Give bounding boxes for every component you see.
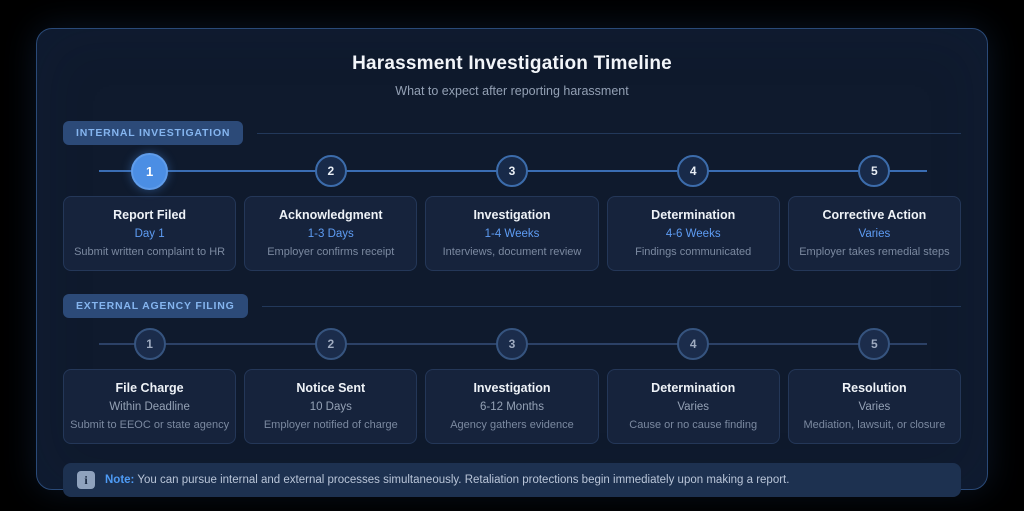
card-duration: 6-12 Months [480, 401, 544, 413]
section-external-agency-filing: EXTERNAL AGENCY FILING 1 2 3 4 5 File Ch… [63, 294, 961, 444]
step-circle-5: 5 [858, 328, 891, 360]
note-text: Note: You can pursue internal and extern… [105, 474, 789, 486]
card-description: Submit written complaint to HR [74, 246, 226, 258]
step-card: File Charge Within Deadline Submit to EE… [63, 369, 237, 444]
card-duration: Varies [858, 401, 891, 413]
step-card: Investigation 1-4 Weeks Interviews, docu… [425, 196, 599, 271]
step-card: Acknowledgment 1-3 Days Employer confirm… [244, 196, 418, 271]
step-circle-1: 1 [131, 152, 169, 190]
step-circle-4: 4 [677, 328, 710, 360]
section-header: INTERNAL INVESTIGATION [63, 121, 961, 145]
card-duration: 1-4 Weeks [484, 228, 540, 240]
card-description: Employer takes remedial steps [799, 246, 950, 258]
step-circle-1: 1 [133, 328, 166, 360]
card-title: Report Filed [113, 208, 187, 222]
card-title: Resolution [842, 381, 907, 395]
note-body: You can pursue internal and external pro… [137, 474, 790, 486]
timeline-external: 1 2 3 4 5 [63, 321, 961, 367]
card-title: File Charge [115, 381, 184, 395]
step-card: Investigation 6-12 Months Agency gathers… [425, 369, 599, 444]
card-description: Agency gathers evidence [450, 419, 574, 431]
card-description: Submit to EEOC or state agency [70, 419, 230, 431]
card-duration: 4-6 Weeks [665, 228, 721, 240]
step-card: Resolution Varies Mediation, lawsuit, or… [787, 369, 961, 444]
card-description: Findings communicated [635, 246, 752, 258]
section-internal-investigation: INTERNAL INVESTIGATION 1 2 3 4 5 Report … [63, 121, 961, 271]
step-card: Report Filed Day 1 Submit written compla… [63, 196, 237, 271]
card-duration: 10 Days [309, 401, 352, 413]
page-subtitle: What to expect after reporting harassmen… [395, 84, 629, 98]
section-badge-external: EXTERNAL AGENCY FILING [63, 294, 248, 318]
card-title: Determination [651, 381, 736, 395]
card-description: Employer notified of charge [263, 419, 398, 431]
card-duration: Within Deadline [109, 401, 190, 413]
card-title: Notice Sent [296, 381, 366, 395]
step-circle-2: 2 [314, 328, 347, 360]
note-label: Note: [105, 474, 135, 486]
section-badge-internal: INTERNAL INVESTIGATION [63, 121, 244, 145]
card-description: Cause or no cause finding [629, 419, 758, 431]
card-duration: Day 1 [134, 228, 165, 240]
step-card: Corrective Action Varies Employer takes … [787, 196, 961, 271]
card-description: Interviews, document review [442, 246, 582, 258]
timeline-panel: Harassment Investigation Timeline What t… [36, 28, 988, 497]
card-title: Corrective Action [822, 208, 927, 222]
section-header: EXTERNAL AGENCY FILING [63, 294, 961, 318]
card-title: Acknowledgment [279, 208, 383, 222]
card-description: Mediation, lawsuit, or closure [803, 419, 946, 431]
page-title: Harassment Investigation Timeline [352, 53, 672, 74]
card-duration: Varies [677, 401, 710, 413]
step-card: Notice Sent 10 Days Employer notified of… [244, 369, 418, 444]
card-duration: Varies [858, 228, 891, 240]
step-card: Determination Varies Cause or no cause f… [606, 369, 780, 444]
note-box: i Note: You can pursue internal and exte… [63, 463, 961, 497]
step-card: Determination 4-6 Weeks Findings communi… [606, 196, 780, 271]
step-circle-3: 3 [495, 328, 528, 360]
card-title: Determination [651, 208, 736, 222]
step-circle-4: 4 [677, 155, 710, 187]
card-description: Employer confirms receipt [267, 246, 395, 258]
timeline-internal: 1 2 3 4 5 [63, 148, 961, 194]
info-icon: i [77, 471, 95, 489]
card-title: Investigation [473, 381, 551, 395]
card-duration: 1-3 Days [307, 228, 354, 240]
section-divider-line [257, 132, 961, 134]
step-circle-3: 3 [495, 155, 528, 187]
step-circle-5: 5 [858, 155, 891, 187]
step-circle-2: 2 [314, 155, 347, 187]
section-divider-line [261, 305, 961, 307]
card-title: Investigation [473, 208, 551, 222]
